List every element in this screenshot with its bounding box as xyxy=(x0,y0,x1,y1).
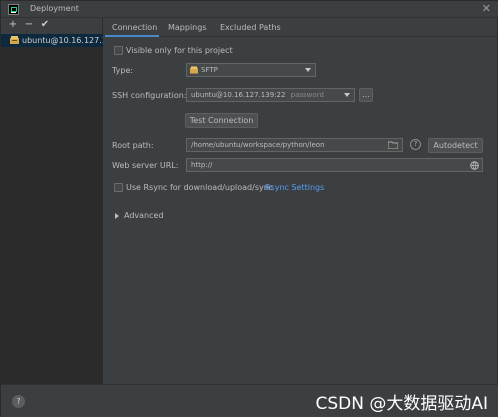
csdn-watermark: CSDN @大数据驱动AI xyxy=(315,394,488,414)
set-default-button[interactable]: ✔ xyxy=(39,19,51,31)
globe-icon[interactable] xyxy=(470,161,479,170)
use-rsync-checkbox[interactable] xyxy=(114,183,123,192)
server-sidebar: + − ✔ ubuntu@10.16.127.1 xyxy=(1,18,103,398)
tab-excluded-paths[interactable]: Excluded Paths xyxy=(220,23,281,32)
type-value: SFTP xyxy=(201,66,218,74)
sftp-icon xyxy=(190,66,198,74)
sftp-server-icon xyxy=(10,36,19,44)
ssh-auth-hint: password xyxy=(290,91,324,99)
type-dropdown[interactable]: SFTP xyxy=(186,63,316,77)
server-list: ubuntu@10.16.127.1 xyxy=(1,34,103,398)
tab-bar: Connection Mappings Excluded Paths xyxy=(104,18,498,37)
type-label: Type: xyxy=(112,66,134,75)
server-toolbar: + − ✔ xyxy=(1,18,103,34)
close-icon[interactable]: ✕ xyxy=(482,2,491,15)
active-tab-indicator xyxy=(105,35,159,37)
root-path-help-icon[interactable]: ? xyxy=(410,139,421,150)
visible-only-label: Visible only for this project xyxy=(126,46,233,55)
server-list-item[interactable]: ubuntu@10.16.127.1 xyxy=(1,34,103,47)
ssh-configuration-dropdown[interactable]: ubuntu@10.16.127.139:22 password xyxy=(186,88,355,102)
tab-mappings[interactable]: Mappings xyxy=(168,23,207,32)
advanced-section-toggle[interactable]: Advanced xyxy=(113,211,173,223)
server-item-label: ubuntu@10.16.127.1 xyxy=(22,36,103,45)
pycharm-app-icon xyxy=(8,4,19,15)
deployment-dialog: Deployment ✕ + − ✔ ubuntu@10.16.127.1 Co… xyxy=(0,0,498,417)
chevron-down-icon xyxy=(344,93,350,97)
chevron-down-icon xyxy=(305,68,311,72)
visible-only-checkbox[interactable] xyxy=(114,46,123,55)
window-title: Deployment xyxy=(30,4,79,13)
add-server-button[interactable]: + xyxy=(7,19,19,31)
test-connection-button[interactable]: Test Connection xyxy=(185,113,258,128)
ssh-configuration-more-button[interactable]: ... xyxy=(359,88,373,102)
remove-server-button[interactable]: − xyxy=(23,19,35,31)
root-path-label: Root path: xyxy=(112,141,154,150)
web-server-url-input[interactable]: http:// xyxy=(186,158,483,172)
root-path-input[interactable]: /home/ubuntu/workspace/python/leon xyxy=(186,138,403,152)
tab-connection[interactable]: Connection xyxy=(112,23,157,32)
use-rsync-label: Use Rsync for download/upload/sync xyxy=(126,183,274,192)
web-server-url-label: Web server URL: xyxy=(112,161,179,170)
web-server-url-value: http:// xyxy=(191,161,213,169)
advanced-label: Advanced xyxy=(124,211,164,220)
chevron-right-icon xyxy=(115,213,119,219)
ssh-configuration-label: SSH configuration: xyxy=(112,91,187,100)
dialog-footer: ? CSDN @大数据驱动AI xyxy=(1,384,498,417)
root-path-value: /home/ubuntu/workspace/python/leon xyxy=(191,141,325,149)
autodetect-button[interactable]: Autodetect xyxy=(428,138,483,153)
help-button[interactable]: ? xyxy=(12,395,25,408)
folder-icon[interactable] xyxy=(388,141,398,149)
ssh-configuration-value: ubuntu@10.16.127.139:22 xyxy=(191,91,286,99)
rsync-settings-link[interactable]: Rsync Settings xyxy=(265,183,324,192)
title-bar: Deployment ✕ xyxy=(1,1,498,18)
